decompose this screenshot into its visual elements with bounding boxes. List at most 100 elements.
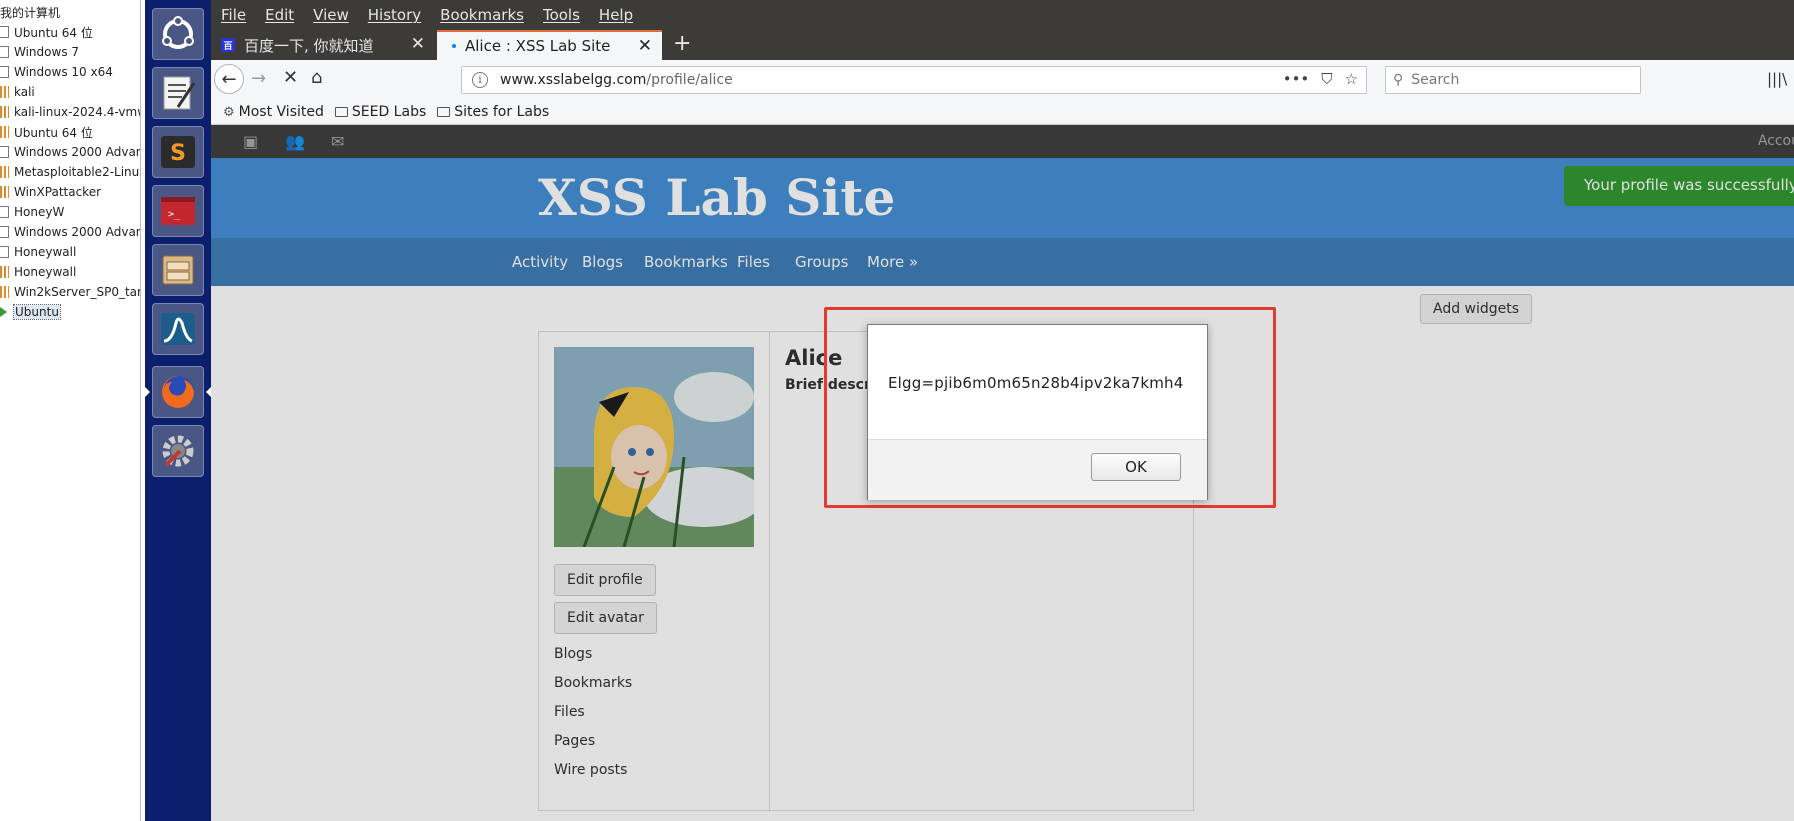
search-placeholder: Search bbox=[1411, 72, 1460, 88]
vm-list-item[interactable]: HoneyW bbox=[0, 202, 140, 222]
menu-history[interactable]: History bbox=[368, 6, 421, 24]
vm-suspended-icon bbox=[0, 126, 9, 138]
alert-dialog: Elgg=pjib6m0m65n28b4ipv2ka7kmh4 OK bbox=[867, 324, 1208, 500]
sublime-text-icon[interactable]: S bbox=[152, 126, 204, 178]
vm-list-item[interactable]: kali bbox=[0, 82, 140, 102]
navigation-toolbar: ← → ✕ ⌂ i www.xsslabelgg.com/profile/ali… bbox=[211, 60, 1794, 100]
file-manager-icon[interactable] bbox=[152, 244, 204, 296]
stop-icon[interactable]: ✕ bbox=[283, 67, 298, 88]
tab-title: Alice : XSS Lab Site bbox=[465, 37, 611, 55]
firefox-icon[interactable] bbox=[152, 366, 204, 418]
text-editor-icon[interactable] bbox=[152, 67, 204, 119]
vm-file-icon bbox=[0, 206, 9, 218]
close-icon[interactable]: ✕ bbox=[411, 36, 425, 53]
forward-icon[interactable]: → bbox=[251, 68, 266, 89]
vm-file-icon bbox=[0, 46, 9, 58]
vm-item-label: Win2kServer_SP0_targ bbox=[14, 285, 141, 299]
vm-suspended-icon bbox=[0, 186, 9, 198]
vm-list-item[interactable]: Ubuntu 64 位 bbox=[0, 122, 140, 142]
vm-list-item[interactable]: Windows 2000 Advan bbox=[0, 222, 141, 242]
vm-suspended-icon bbox=[0, 106, 9, 118]
vm-list-item[interactable]: Windows 10 x64 bbox=[0, 62, 140, 82]
vm-item-label: kali bbox=[14, 85, 35, 99]
alert-footer: OK bbox=[868, 439, 1207, 500]
vm-list-item[interactable]: Honeywall bbox=[0, 242, 140, 262]
vm-item-label: Ubuntu bbox=[13, 304, 61, 320]
folder-icon bbox=[437, 107, 451, 117]
search-icon: ⚲ bbox=[1393, 72, 1404, 88]
menu-bookmarks[interactable]: Bookmarks bbox=[440, 6, 524, 24]
vm-library-panel: 我的计算机 Ubuntu 64 位 Windows 7 Windows 10 x64… bbox=[0, 0, 141, 821]
back-icon[interactable]: ← bbox=[214, 64, 244, 94]
vm-item-label: WinXPattacker bbox=[14, 185, 102, 199]
more-actions-icon[interactable]: ••• bbox=[1283, 70, 1310, 88]
vm-file-icon bbox=[0, 26, 9, 38]
loading-dot-icon bbox=[452, 44, 456, 48]
vm-list-item[interactable]: Win2kServer_SP0_targ bbox=[0, 282, 141, 302]
vm-file-icon bbox=[0, 226, 9, 238]
terminal-icon[interactable]: >_ bbox=[152, 185, 204, 237]
pocket-icon[interactable]: ⛉ bbox=[1321, 70, 1332, 88]
url-bar[interactable]: i www.xsslabelgg.com/profile/alice ••• ⛉… bbox=[461, 66, 1367, 94]
vm-item-label: Ubuntu 64 位 bbox=[14, 125, 93, 140]
bookmark-star-icon[interactable]: ☆ bbox=[1345, 70, 1358, 88]
svg-text:>_: >_ bbox=[168, 209, 181, 220]
vm-item-label: Windows 7 bbox=[14, 45, 80, 59]
search-bar[interactable]: ⚲ Search bbox=[1385, 66, 1641, 94]
vm-suspended-icon bbox=[0, 266, 9, 278]
vm-item-label: Windows 2000 Advan bbox=[14, 225, 141, 239]
menu-view[interactable]: View bbox=[313, 6, 349, 24]
library-icon[interactable]: |||\ bbox=[1767, 70, 1787, 88]
vm-suspended-icon bbox=[0, 286, 9, 298]
alert-message: Elgg=pjib6m0m65n28b4ipv2ka7kmh4 bbox=[888, 374, 1184, 392]
menu-bar: File Edit View History Bookmarks Tools Help bbox=[211, 0, 1794, 30]
vm-list-item[interactable]: Windows 2000 Advan bbox=[0, 142, 141, 162]
vm-suspended-icon bbox=[0, 166, 9, 178]
menu-tools[interactable]: Tools bbox=[543, 6, 580, 24]
tab-alice-profile[interactable]: Alice : XSS Lab Site ✕ bbox=[437, 30, 662, 60]
vm-list-item[interactable]: WinXPattacker bbox=[0, 182, 140, 202]
gear-icon: ⚙ bbox=[223, 104, 235, 120]
bookmark-most-visited[interactable]: ⚙ Most Visited bbox=[223, 104, 324, 120]
new-tab-icon[interactable]: + bbox=[673, 33, 691, 55]
vm-item-label: kali-linux-2024.4-vmw bbox=[14, 105, 141, 119]
bookmark-seed-labs[interactable]: SEED Labs bbox=[334, 104, 426, 120]
vm-list-item[interactable]: Windows 7 bbox=[0, 42, 140, 62]
baidu-favicon-icon: 百 bbox=[221, 38, 235, 52]
url-text: www.xsslabelgg.com/profile/alice bbox=[500, 72, 733, 88]
home-icon[interactable]: ⌂ bbox=[311, 67, 322, 88]
vm-library-title: 我的计算机 bbox=[0, 6, 61, 20]
ubuntu-dash-icon[interactable] bbox=[152, 8, 204, 60]
vm-list-item[interactable]: kali-linux-2024.4-vmw bbox=[0, 102, 141, 122]
close-icon[interactable]: ✕ bbox=[638, 38, 652, 55]
system-settings-icon[interactable] bbox=[152, 425, 204, 477]
info-icon[interactable]: i bbox=[472, 72, 488, 88]
vm-item-label: Honeywall bbox=[14, 245, 77, 259]
vm-library-list: Ubuntu 64 位 Windows 7 Windows 10 x64 kali ka… bbox=[0, 22, 141, 322]
desktop: 我的计算机 Ubuntu 64 位 Windows 7 Windows 10 x64… bbox=[0, 0, 1794, 821]
menu-help[interactable]: Help bbox=[599, 6, 633, 24]
vm-list-item[interactable]: Metasploitable2-Linux bbox=[0, 162, 141, 182]
folder-icon bbox=[334, 107, 348, 117]
menu-file[interactable]: File bbox=[221, 6, 246, 24]
tab-bar: 百 百度一下, 你就知道 ✕ Alice : XSS Lab Site ✕ + bbox=[211, 30, 1794, 60]
vm-file-icon bbox=[0, 146, 9, 158]
menu-edit[interactable]: Edit bbox=[265, 6, 294, 24]
vm-item-label: Ubuntu 64 位 bbox=[14, 25, 93, 40]
svg-text:S: S bbox=[170, 141, 186, 166]
vm-list-item[interactable]: Ubuntu bbox=[0, 302, 140, 322]
vm-file-icon bbox=[0, 66, 9, 78]
vm-item-label: Metasploitable2-Linux bbox=[14, 165, 141, 179]
wireshark-icon[interactable] bbox=[152, 303, 204, 355]
vm-item-label: Windows 10 x64 bbox=[14, 65, 113, 79]
vm-list-item[interactable]: Honeywall bbox=[0, 262, 140, 282]
tab-baidu[interactable]: 百 百度一下, 你就知道 ✕ bbox=[211, 30, 435, 60]
vm-item-label: Windows 2000 Advan bbox=[14, 145, 141, 159]
vm-list-item[interactable]: Ubuntu 64 位 bbox=[0, 22, 140, 42]
bookmark-sites-for-labs[interactable]: Sites for Labs bbox=[437, 104, 549, 120]
ok-button[interactable]: OK bbox=[1091, 453, 1181, 481]
vm-item-label: Honeywall bbox=[14, 265, 77, 279]
tab-title: 百度一下, 你就知道 bbox=[244, 36, 374, 55]
bookmarks-toolbar: ⚙ Most Visited SEED Labs Sites for Labs bbox=[211, 100, 1794, 125]
url-actions: ••• ⛉ ☆ bbox=[1283, 70, 1358, 88]
